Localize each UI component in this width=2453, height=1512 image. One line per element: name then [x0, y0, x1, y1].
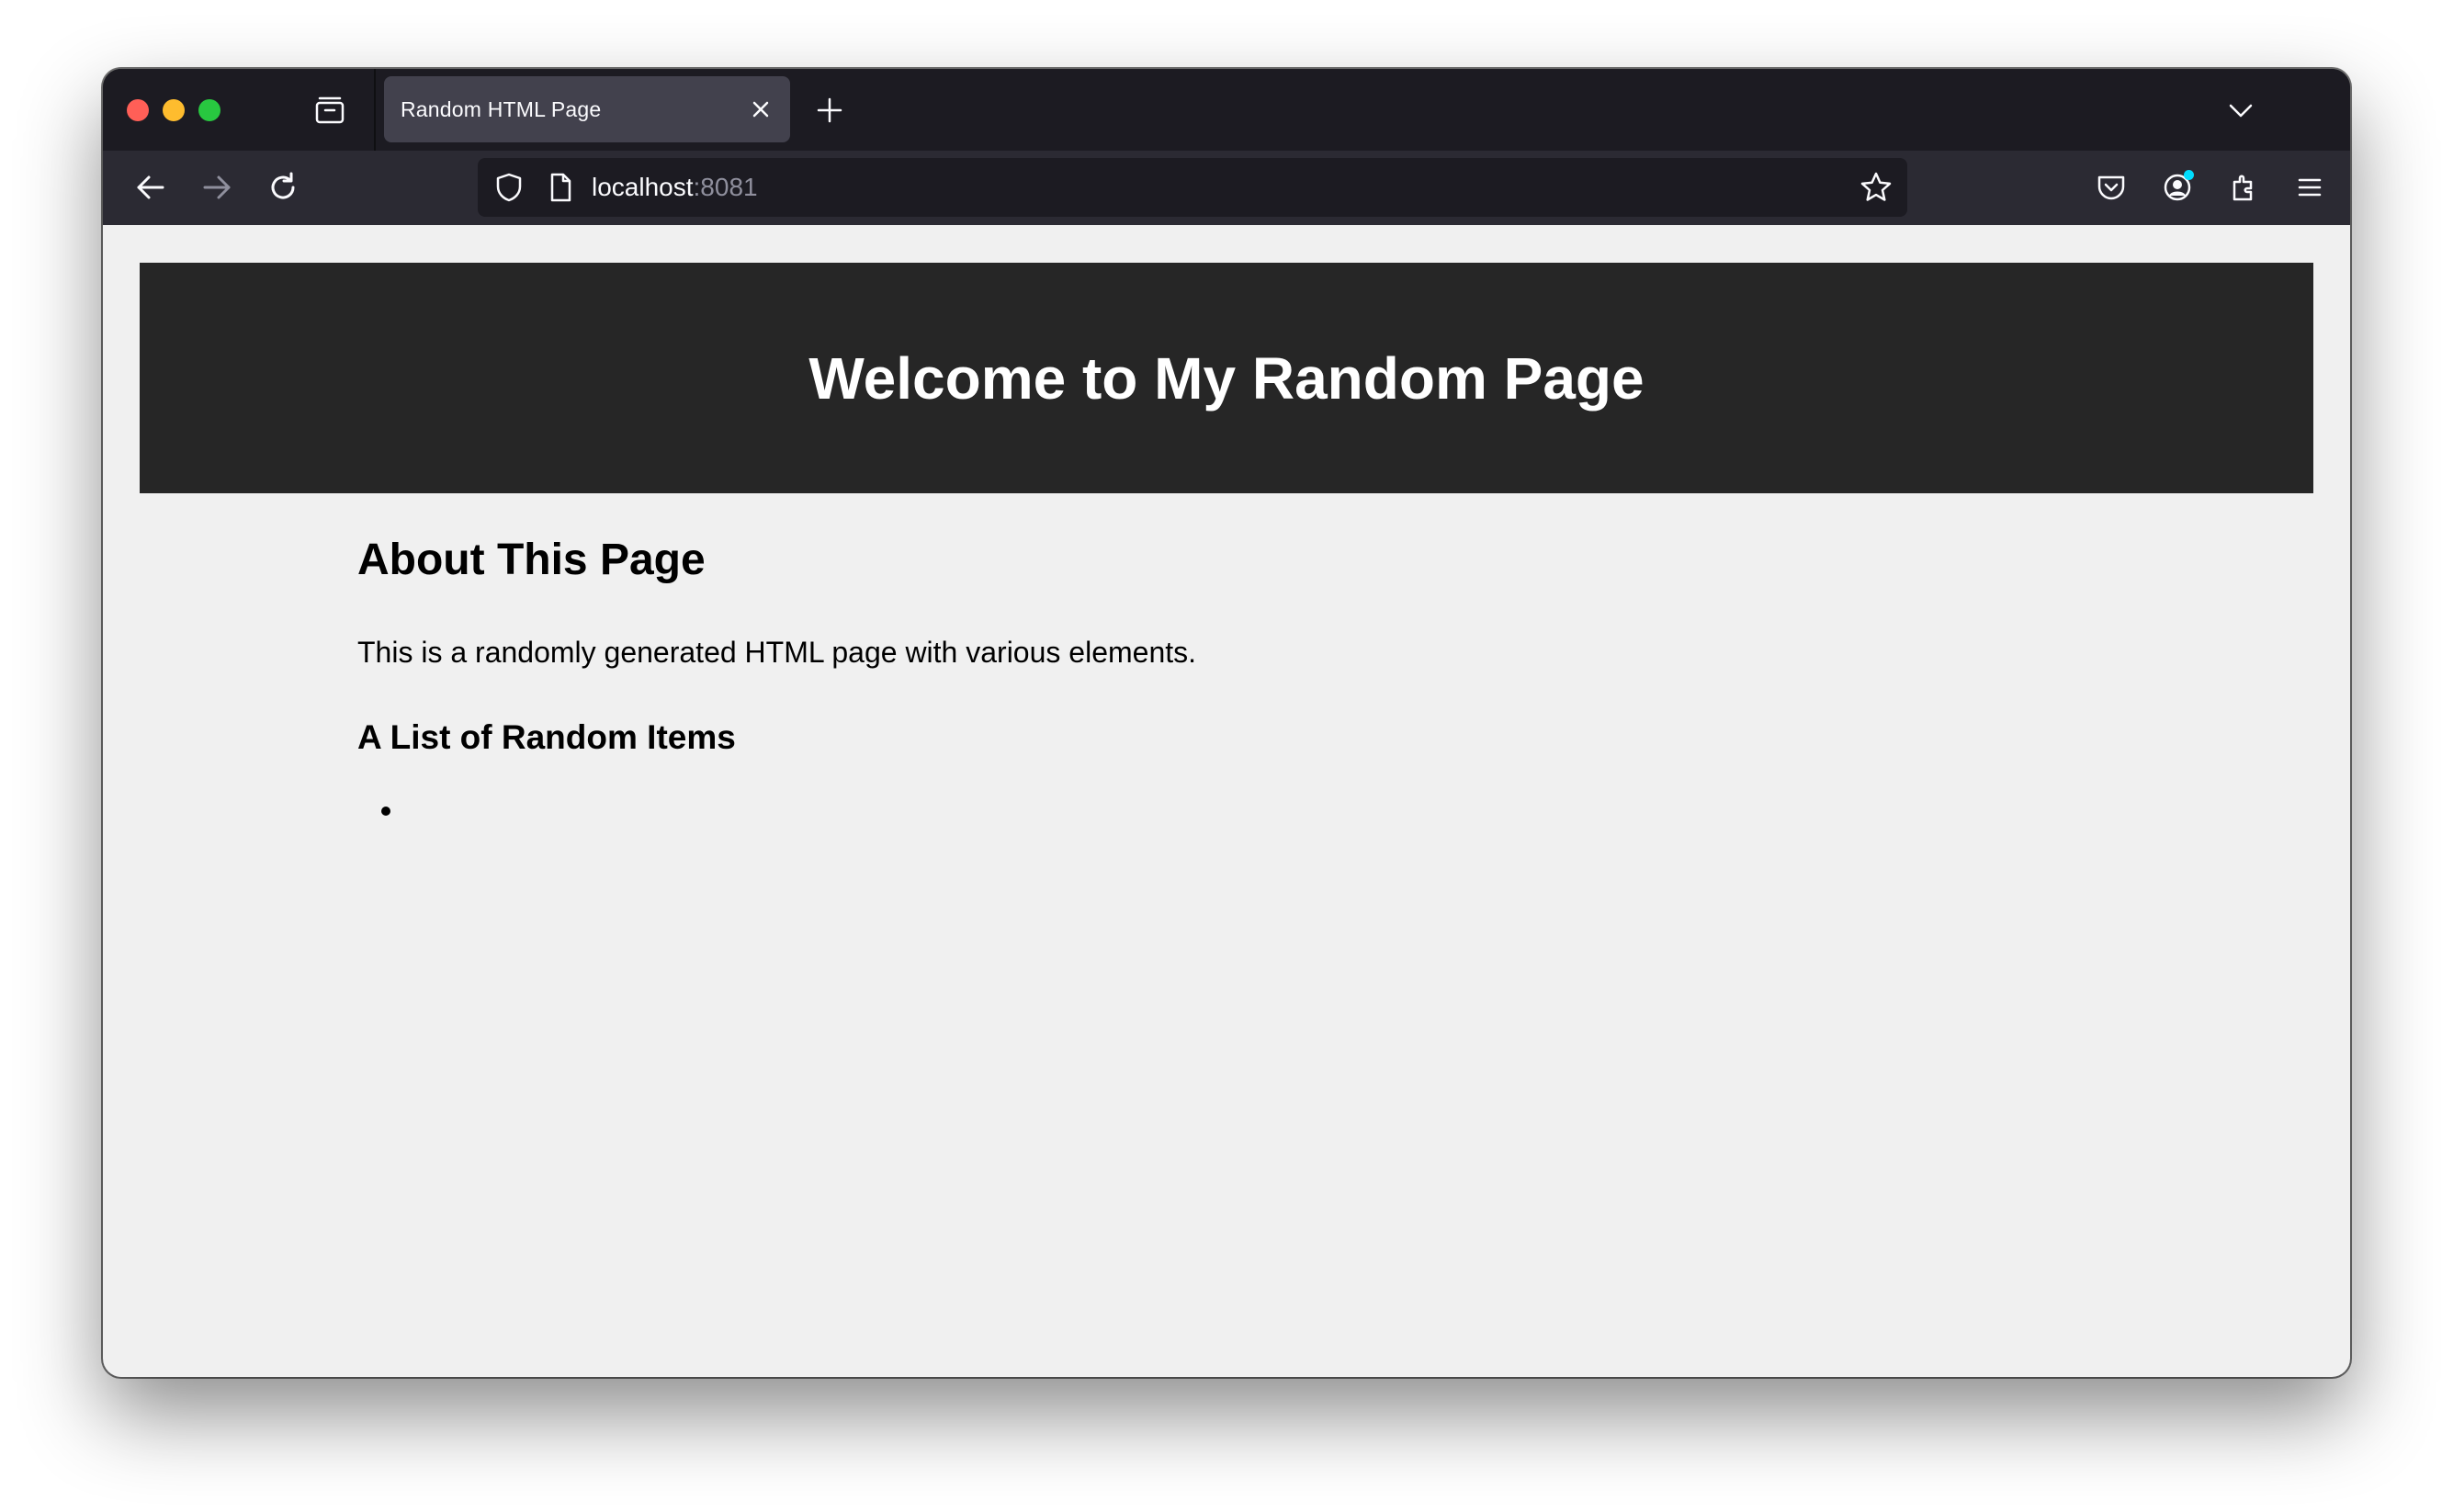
url-port: :8081 — [693, 173, 758, 201]
back-arrow-icon[interactable] — [130, 167, 171, 208]
shield-icon[interactable] — [492, 171, 526, 204]
about-heading: About This Page — [357, 536, 706, 584]
banner-title: Welcome to My Random Page — [808, 344, 1645, 412]
navigation-toolbar: localhost:8081 — [103, 151, 2350, 225]
random-items-list — [357, 791, 2011, 828]
tab-separator — [374, 69, 376, 151]
minimize-window-icon[interactable] — [163, 99, 185, 121]
bookmark-star-icon[interactable] — [1858, 169, 1894, 206]
list-heading: A List of Random Items — [357, 718, 736, 756]
tab-list-chevron-icon[interactable] — [2223, 93, 2258, 128]
main-section: About This Page This is a randomly gener… — [357, 534, 2011, 828]
reload-icon[interactable] — [263, 167, 303, 208]
list-item — [405, 791, 2011, 828]
browser-window: Random HTML Page localhost:8081 Welcome … — [103, 69, 2350, 1377]
tab-title: Random HTML Page — [401, 97, 602, 121]
page-banner: Welcome to My Random Page — [140, 263, 2313, 493]
url-text[interactable]: localhost:8081 — [592, 173, 758, 202]
url-host: localhost — [592, 173, 694, 201]
menu-icon[interactable] — [2289, 167, 2330, 208]
zoom-window-icon[interactable] — [198, 99, 220, 121]
notification-dot — [2184, 170, 2194, 180]
page-content: Welcome to My Random Page About This Pag… — [103, 225, 2350, 1377]
tab-close-icon[interactable] — [744, 93, 777, 126]
forward-arrow-icon[interactable] — [197, 167, 237, 208]
close-window-icon[interactable] — [127, 99, 149, 121]
extensions-icon[interactable] — [2223, 167, 2264, 208]
about-text: This is a randomly generated HTML page w… — [357, 636, 1197, 669]
new-tab-icon[interactable] — [812, 93, 847, 128]
account-icon[interactable] — [2157, 167, 2198, 208]
pocket-icon[interactable] — [2091, 167, 2131, 208]
tab-overview-icon[interactable] — [314, 95, 345, 126]
tab-active[interactable]: Random HTML Page — [384, 76, 790, 142]
tab-bar: Random HTML Page — [103, 69, 2350, 151]
url-bar[interactable]: localhost:8081 — [478, 158, 1907, 217]
page-icon[interactable] — [544, 171, 577, 204]
